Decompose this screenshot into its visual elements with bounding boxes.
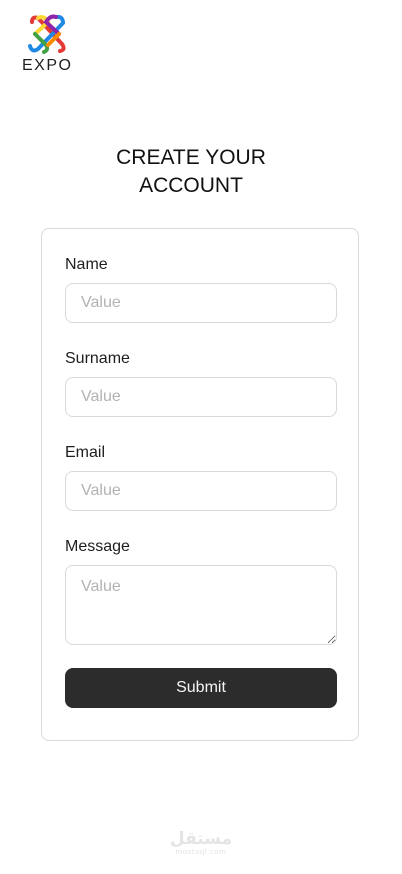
surname-input[interactable] (65, 377, 337, 417)
surname-label: Surname (65, 350, 130, 367)
expo-knot-logo-icon (28, 14, 66, 54)
message-textarea[interactable] (65, 565, 337, 645)
name-field-group: Name (65, 255, 337, 323)
message-field-group: Message (65, 537, 337, 645)
watermark-domain: mostaql.com (175, 848, 227, 856)
page-title: CREATE YOUR ACCOUNT (0, 144, 382, 200)
email-label: Email (65, 444, 106, 461)
create-account-form: Name Surname Email Message Submit (41, 228, 359, 741)
logo-text: EXPO (22, 57, 73, 74)
name-label: Name (65, 256, 108, 273)
name-input[interactable] (65, 283, 337, 323)
surname-field-group: Surname (65, 349, 337, 417)
watermark-logo-text: مستقل (169, 829, 233, 849)
message-label: Message (65, 538, 130, 555)
email-input[interactable] (65, 471, 337, 511)
mostaql-watermark: مستقل mostaql.com (0, 830, 402, 857)
expo-logo: EXPO (22, 14, 74, 74)
email-field-group: Email (65, 443, 337, 511)
page-title-line-1: CREATE YOUR (116, 146, 266, 169)
page-title-line-2: ACCOUNT (139, 174, 243, 197)
submit-button[interactable]: Submit (65, 668, 337, 708)
